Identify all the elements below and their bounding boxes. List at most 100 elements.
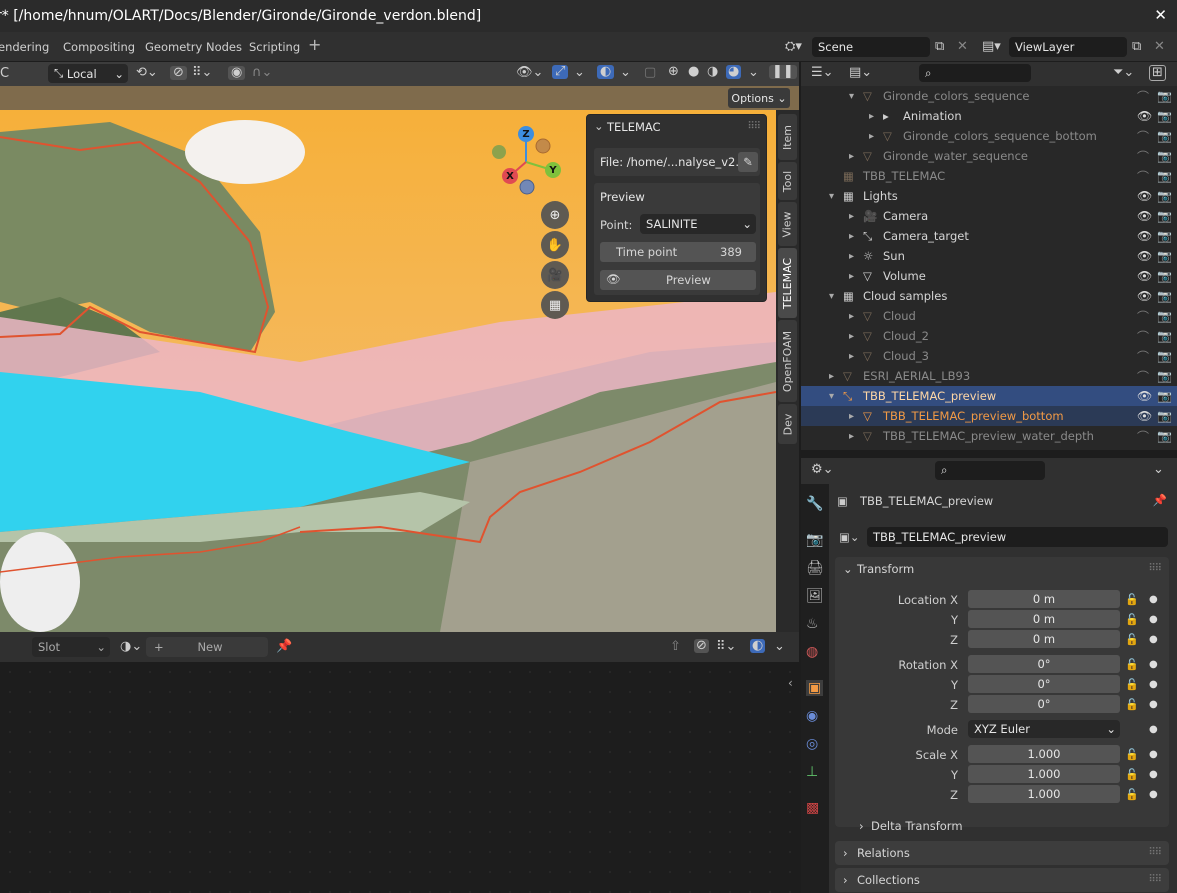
scale-y-field[interactable]: 1.000	[968, 765, 1120, 783]
properties-search-input[interactable]: ⌕	[935, 461, 1045, 480]
render-camera-icon[interactable]: 📷	[1157, 349, 1172, 363]
outliner-row[interactable]: ▾ ▽ Gironde_colors_sequence ⌒ 📷	[801, 86, 1177, 106]
scale-x-field[interactable]: 1.000	[968, 745, 1120, 763]
point-dropdown[interactable]: SALINITE ⌄	[640, 214, 756, 234]
visibility-icon[interactable]: 👁⌄	[516, 66, 543, 80]
overlay-toggle-icon[interactable]: ◐	[597, 65, 615, 79]
keyframe-dot-icon[interactable]: ●	[1149, 679, 1158, 690]
expand-arrow-icon[interactable]: ▸	[849, 411, 854, 422]
outliner-row[interactable]: ▸ ▽ Volume 👁 📷	[801, 266, 1177, 286]
visibility-eye-icon[interactable]: 👁	[1137, 269, 1152, 283]
render-camera-icon[interactable]: 📷	[1157, 249, 1172, 263]
visibility-eye-icon[interactable]: 👁	[1137, 229, 1152, 243]
new-collection-icon[interactable]: ⊞	[1149, 65, 1166, 81]
outliner-row[interactable]: ▸ ▽ ESRI_AERIAL_LB93 ⌒ 📷	[801, 366, 1177, 386]
location-z-field[interactable]: 0 m	[968, 630, 1120, 648]
expand-arrow-icon[interactable]: ▾	[849, 91, 854, 102]
outliner-row[interactable]: ▸ ▽ TBB_TELEMAC_preview_bottom 👁 📷	[801, 406, 1177, 426]
keyframe-dot-icon[interactable]: ●	[1149, 789, 1158, 800]
expand-arrow-icon[interactable]: ▸	[849, 271, 854, 282]
new-scene-icon[interactable]: ⧉	[935, 40, 944, 54]
outliner-row[interactable]: ▸ ▽ Cloud ⌒ 📷	[801, 306, 1177, 326]
drag-handle-icon[interactable]: ⠿⠿	[747, 121, 761, 132]
node-editor-canvas[interactable]	[0, 662, 799, 893]
object-tab-icon[interactable]: ▣	[806, 680, 824, 696]
render-camera-icon[interactable]: 📷	[1157, 189, 1172, 203]
texture-tab-icon[interactable]: ▩	[806, 800, 819, 816]
delete-scene-icon[interactable]: ✕	[957, 40, 968, 54]
lock-rotation-z-icon[interactable]: 🔓	[1125, 698, 1139, 711]
outliner-row[interactable]: ▸ ☼ Sun 👁 📷	[801, 246, 1177, 266]
expand-arrow-icon[interactable]: ▸	[849, 331, 854, 342]
delta-transform-title[interactable]: Delta Transform	[871, 819, 963, 833]
gizmo-menu-icon[interactable]: ⌄	[574, 66, 585, 80]
transform-pivot-icon[interactable]: ⟲⌄	[136, 66, 158, 80]
camera-view-icon[interactable]: 🎥	[541, 261, 569, 289]
close-icon[interactable]: ✕	[1154, 6, 1167, 24]
visibility-eye-icon[interactable]: 👁	[1137, 209, 1152, 223]
tab-telemac[interactable]: TELEMAC	[778, 248, 797, 318]
lock-scale-z-icon[interactable]: 🔓	[1125, 788, 1139, 801]
time-point-slider[interactable]: Time point 389	[600, 242, 756, 262]
object-type-icon[interactable]: ▣⌄	[839, 530, 860, 544]
expand-arrow-icon[interactable]: ▾	[829, 191, 834, 202]
pan-hand-icon[interactable]: ✋	[541, 231, 569, 259]
visibility-eye-icon[interactable]: 👁	[1137, 409, 1152, 423]
modifier-tab-icon[interactable]: ◉	[806, 708, 818, 724]
render-camera-icon[interactable]: 📷	[1157, 369, 1172, 383]
falloff-icon[interactable]: ∩⌄	[252, 66, 272, 80]
display-mode-icon[interactable]: ▤⌄	[849, 66, 872, 80]
zoom-icon[interactable]: ⊕	[541, 201, 569, 229]
transform-drag-icon[interactable]: ⠿⠿	[1148, 563, 1162, 574]
scene-selector-icon[interactable]: ⛭▾	[785, 40, 802, 54]
physics-tab-icon[interactable]: ◎	[806, 736, 818, 752]
expand-arrow-icon[interactable]: ▸	[849, 211, 854, 222]
outliner-row[interactable]: ▸ ▽ Cloud_2 ⌒ 📷	[801, 326, 1177, 346]
gizmo-toggle-icon[interactable]: ⤢	[552, 65, 569, 79]
world-tab-icon[interactable]: ◍	[806, 644, 818, 660]
rotation-x-field[interactable]: 0°	[968, 655, 1120, 673]
tab-openfoam[interactable]: OpenFOAM	[778, 320, 797, 402]
material-browse-icon[interactable]: ◑⌄	[120, 640, 142, 654]
node-snap-target-icon[interactable]: ⠿⌄	[716, 640, 736, 654]
visibility-eye-icon[interactable]: 👁	[1137, 109, 1152, 123]
pin-icon[interactable]: 📌	[276, 640, 292, 654]
expand-arrow-icon[interactable]: ▾	[829, 291, 834, 302]
expand-arrow-icon[interactable]: ▸	[849, 351, 854, 362]
node-overlay-menu-icon[interactable]: ⌄	[774, 640, 785, 654]
options-dropdown[interactable]: Options ⌄	[728, 88, 790, 108]
location-x-field[interactable]: 0 m	[968, 590, 1120, 608]
tab-scripting[interactable]: Scripting	[249, 40, 300, 54]
tab-item[interactable]: Item	[778, 114, 797, 160]
render-camera-icon[interactable]: 📷	[1157, 229, 1172, 243]
delta-transform-expand-icon[interactable]: ›	[859, 819, 864, 833]
visibility-eye-icon[interactable]: ⌒	[1137, 148, 1149, 165]
transform-collapse-icon[interactable]: ⌄	[843, 562, 853, 576]
visibility-eye-icon[interactable]: 👁	[1137, 189, 1152, 203]
visibility-eye-icon[interactable]: ⌒	[1137, 368, 1149, 385]
preview-button[interactable]: 👁 Preview	[600, 270, 756, 290]
scale-z-field[interactable]: 1.000	[968, 785, 1120, 803]
outliner-row[interactable]: ▸ ▽ Gironde_colors_sequence_bottom ⌒ 📷	[801, 126, 1177, 146]
keyframe-dot-icon[interactable]: ●	[1149, 699, 1158, 710]
editor-type-icon[interactable]: ☰⌄	[811, 66, 834, 80]
render-camera-icon[interactable]: 📷	[1157, 309, 1172, 323]
material-shading-icon[interactable]: ◑	[707, 65, 718, 79]
render-camera-icon[interactable]: 📷	[1157, 409, 1172, 423]
visibility-eye-icon[interactable]: ⌒	[1137, 88, 1149, 105]
outliner-search-input[interactable]: ⌕	[919, 64, 1031, 82]
node-snap-icon[interactable]: ⊘	[694, 639, 709, 653]
visibility-eye-icon[interactable]: 👁	[1137, 289, 1152, 303]
object-name-field[interactable]: TBB_TELEMAC_preview	[867, 527, 1168, 547]
new-view-layer-icon[interactable]: ⧉	[1132, 40, 1141, 54]
tab-dev[interactable]: Dev	[778, 404, 797, 444]
tab-compositing[interactable]: Compositing	[63, 40, 135, 54]
collections-panel[interactable]: › Collections ⠿⠿	[835, 868, 1169, 892]
lock-location-y-icon[interactable]: 🔓	[1125, 613, 1139, 626]
overlay-menu-icon[interactable]: ⌄	[620, 66, 631, 80]
add-workspace-icon[interactable]: +	[308, 35, 321, 54]
expand-arrow-icon[interactable]: ▸	[849, 231, 854, 242]
lock-rotation-y-icon[interactable]: 🔓	[1125, 678, 1139, 691]
render-camera-icon[interactable]: 📷	[1157, 389, 1172, 403]
proportional-edit-icon[interactable]: ◉	[228, 66, 246, 80]
